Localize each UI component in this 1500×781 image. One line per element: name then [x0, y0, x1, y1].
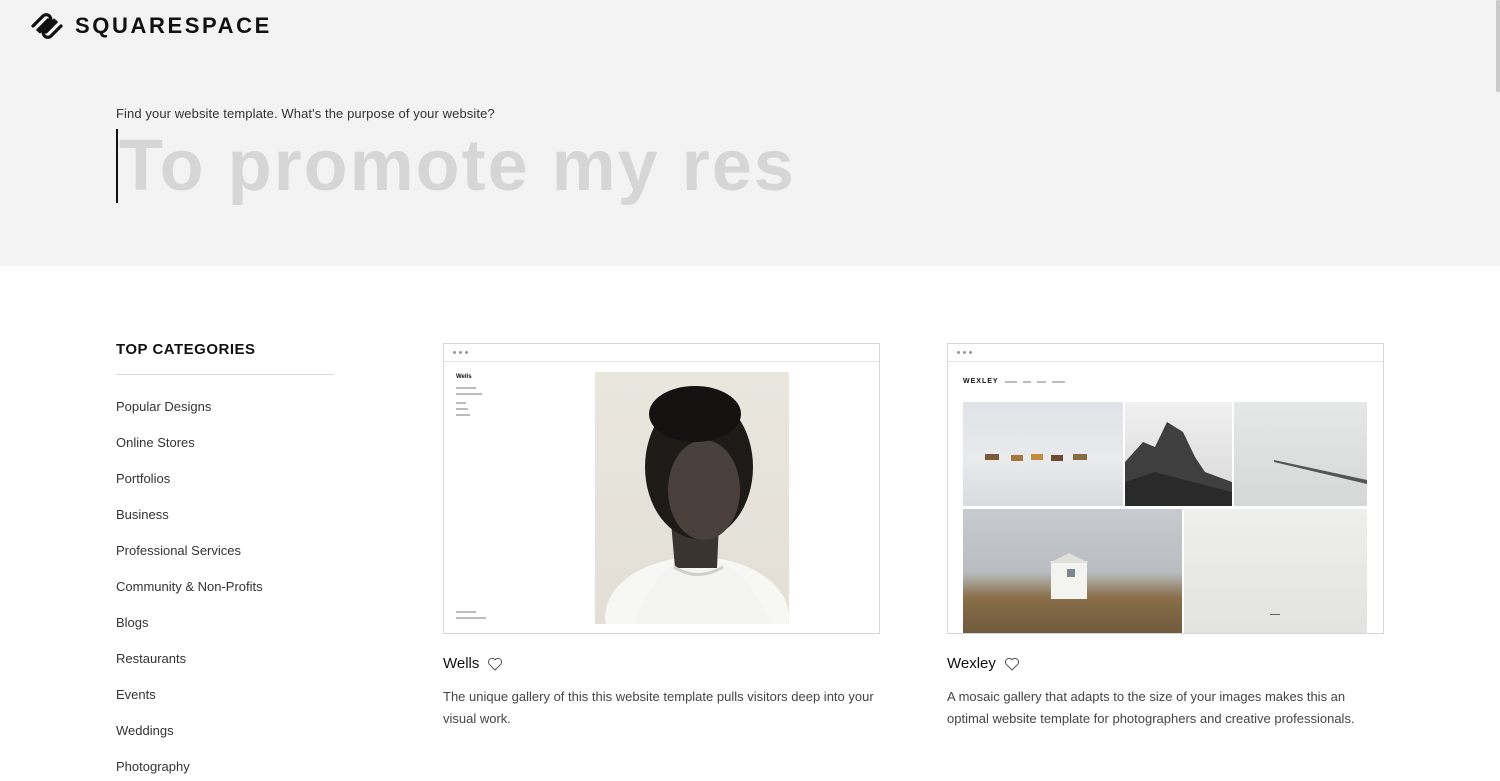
- sidebar-heading: TOP CATEGORIES: [116, 341, 334, 375]
- category-item-weddings[interactable]: Weddings: [116, 715, 334, 751]
- preview-footer-line: [456, 617, 486, 619]
- beach-scene: [985, 454, 1087, 461]
- squarespace-logo-icon: [31, 13, 63, 39]
- preview-nav-link: [456, 408, 468, 410]
- sea-scene: [1270, 614, 1280, 615]
- template-name[interactable]: Wells: [443, 655, 479, 672]
- template-card-wexley: WEXLEY Wexley A mosaic gallery that adap…: [947, 343, 1384, 730]
- frame-dot: [465, 351, 468, 354]
- frame-dot: [459, 351, 462, 354]
- search-input-value[interactable]: To promote my res: [119, 128, 796, 204]
- frame-dot: [969, 351, 972, 354]
- preview-portrait-image: [595, 372, 789, 624]
- frame-dot: [963, 351, 966, 354]
- preview-image-cliff: [1125, 402, 1232, 506]
- category-item-portfolios[interactable]: Portfolios: [116, 463, 334, 499]
- category-list: Popular Designs Online Stores Portfolios…: [116, 391, 334, 781]
- category-item-online-stores[interactable]: Online Stores: [116, 427, 334, 463]
- preview-image-beach: [963, 402, 1123, 506]
- brand-wordmark: SQUARESPACE: [75, 13, 272, 38]
- preview-nav-link: [456, 393, 482, 395]
- browser-frame-bar: [948, 344, 1383, 362]
- hut-scene: [1049, 553, 1089, 599]
- template-description: The unique gallery of this this website …: [443, 689, 874, 726]
- preview-image-pier: [1234, 402, 1367, 506]
- preview-site-title: Wells: [456, 374, 472, 380]
- preview-image-sea: [1184, 509, 1367, 633]
- preview-nav-link: [1036, 380, 1046, 383]
- frame-dot: [453, 351, 456, 354]
- category-item-blogs[interactable]: Blogs: [116, 607, 334, 643]
- hero-section: SQUARESPACE Find your website template. …: [0, 0, 1500, 266]
- category-item-events[interactable]: Events: [116, 679, 334, 715]
- preview-nav-link: [1004, 380, 1017, 383]
- category-item-professional-services[interactable]: Professional Services: [116, 535, 334, 571]
- preview-nav-link: [1051, 380, 1065, 383]
- template-title-row: Wells: [443, 655, 880, 672]
- category-item-community-non-profits[interactable]: Community & Non-Profits: [116, 571, 334, 607]
- category-item-restaurants[interactable]: Restaurants: [116, 643, 334, 679]
- template-title-row: Wexley: [947, 655, 1384, 672]
- preview-footer: [456, 607, 486, 619]
- preview-nav-link: [456, 387, 476, 389]
- template-description: A mosaic gallery that adapts to the size…: [947, 689, 1355, 726]
- category-sidebar: TOP CATEGORIES Popular Designs Online St…: [116, 341, 334, 781]
- browser-frame-bar: [444, 344, 879, 362]
- page-scrollbar[interactable]: [1496, 0, 1500, 92]
- heart-outline-icon[interactable]: [487, 657, 503, 671]
- preview-nav-link: [1022, 380, 1031, 383]
- preview-nav-link: [456, 414, 470, 416]
- preview-nav: WEXLEY: [963, 378, 1065, 385]
- template-card-wells: Wells Wells The unique gallery of this t…: [443, 343, 880, 730]
- preview-site-title: WEXLEY: [963, 378, 999, 385]
- category-item-photography[interactable]: Photography: [116, 751, 334, 781]
- template-preview-wells[interactable]: Wells: [443, 343, 880, 634]
- search-prompt: Find your website template. What's the p…: [116, 106, 495, 121]
- portrait-illustration: [605, 386, 789, 624]
- template-preview-wexley[interactable]: WEXLEY: [947, 343, 1384, 634]
- frame-dot: [957, 351, 960, 354]
- heart-outline-icon[interactable]: [1004, 657, 1020, 671]
- preview-footer-line: [456, 611, 476, 613]
- cliff-scene: [1125, 422, 1232, 506]
- preview-image-hut: [963, 509, 1182, 633]
- preview-nav-link: [456, 402, 466, 404]
- template-name[interactable]: Wexley: [947, 655, 996, 672]
- text-caret: [116, 129, 118, 203]
- brand-logo[interactable]: SQUARESPACE: [29, 12, 272, 40]
- preview-nav: Wells: [456, 374, 482, 416]
- category-item-popular-designs[interactable]: Popular Designs: [116, 391, 334, 427]
- pier-scene: [1274, 460, 1367, 484]
- template-search-input[interactable]: To promote my res: [116, 128, 796, 204]
- category-item-business[interactable]: Business: [116, 499, 334, 535]
